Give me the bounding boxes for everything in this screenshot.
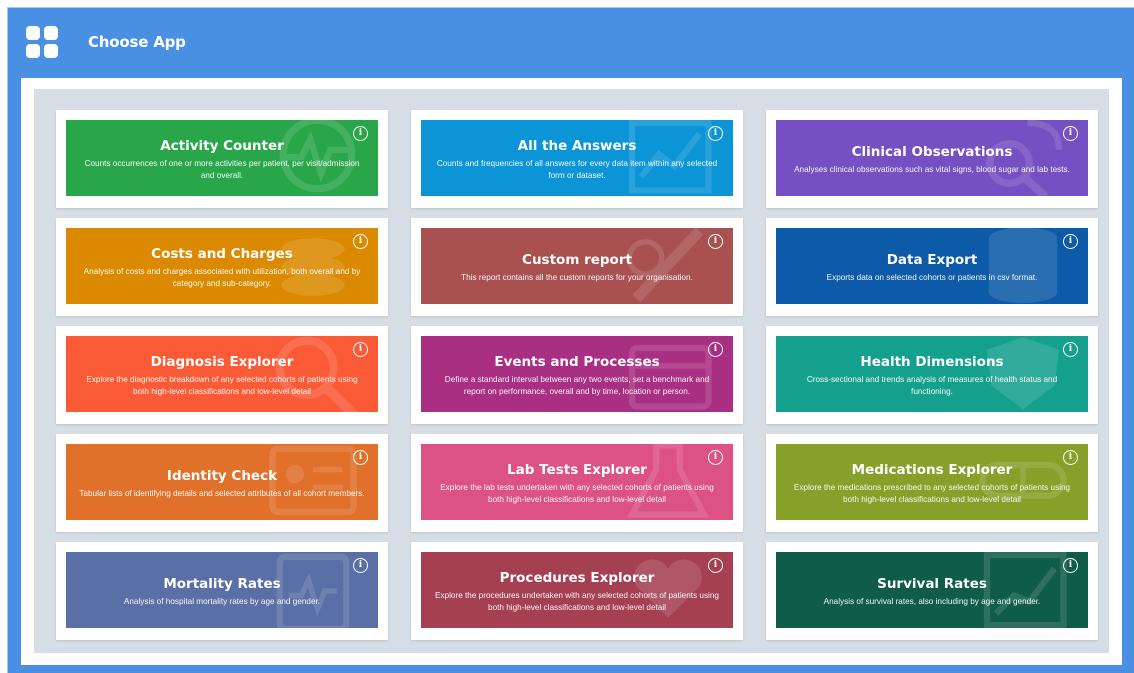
info-icon[interactable]: i <box>353 450 368 465</box>
app-title: Diagnosis Explorer <box>150 354 294 370</box>
app-tile[interactable]: i All the Answers Counts and frequencies o… <box>421 120 733 196</box>
app-title: Survival Rates <box>877 576 987 592</box>
database-icon <box>988 228 1058 303</box>
app-description: Define a standard interval between any t… <box>444 375 710 396</box>
app-title: All the Answers <box>517 138 637 154</box>
app-tile[interactable]: i Survival Rates Analysis of survival rate… <box>776 552 1088 628</box>
info-icon[interactable]: i <box>708 558 723 573</box>
app-card-activity-counter[interactable]: i Activity Counter Counts occurrences of o… <box>56 110 388 208</box>
app-title: Medications Explorer <box>851 462 1013 478</box>
app-description: Tabular lists of identifying details and… <box>79 489 365 498</box>
info-icon[interactable]: i <box>353 558 368 573</box>
app-description: Exports data on selected cohorts or pati… <box>826 273 1038 282</box>
app-card-lab-tests-explorer[interactable]: i Lab Tests Explorer Explore the lab tests… <box>411 434 743 532</box>
app-tile[interactable]: i Identity Check Tabular lists of identify… <box>66 444 378 520</box>
app-tile[interactable]: i Diagnosis Explorer Explore the diagnosti… <box>66 336 378 412</box>
app-description: Analysis of survival rates, also includi… <box>823 597 1041 606</box>
app-grid: i Activity Counter Counts occurrences of o… <box>56 110 1098 640</box>
app-tile[interactable]: i Clinical Observations Analyses clinical … <box>776 120 1088 196</box>
app-card-all-the-answers[interactable]: i All the Answers Counts and frequencies o… <box>411 110 743 208</box>
info-icon[interactable]: i <box>353 234 368 249</box>
info-icon[interactable]: i <box>708 342 723 357</box>
app-title: Costs and Charges <box>151 246 293 262</box>
app-title: Custom report <box>522 252 632 268</box>
info-icon[interactable]: i <box>353 126 368 141</box>
app-card-medications-explorer[interactable]: i Medications Explorer Explore the medicat… <box>766 434 1098 532</box>
app-tile[interactable]: i Medications Explorer Explore the medicat… <box>776 444 1088 520</box>
app-tile[interactable]: i Events and Processes Define a standard i… <box>421 336 733 412</box>
app-description: Explore the procedures undertaken with a… <box>434 591 719 612</box>
info-icon[interactable]: i <box>708 126 723 141</box>
app-card-diagnosis-explorer[interactable]: i Diagnosis Explorer Explore the diagnosti… <box>56 326 388 424</box>
info-icon[interactable]: i <box>708 234 723 249</box>
info-icon[interactable]: i <box>1063 450 1078 465</box>
app-title: Activity Counter <box>160 138 284 154</box>
app-tile[interactable]: i Data Export Exports data on selected coh… <box>776 228 1088 304</box>
app-description: This report contains all the custom repo… <box>461 273 693 282</box>
app-card-health-dimensions[interactable]: i Health Dimensions Cross-sectional and tr… <box>766 326 1098 424</box>
app-tile[interactable]: i Custom report This report contains all t… <box>421 228 733 304</box>
app-title: Identity Check <box>166 468 278 484</box>
apps-panel: i Activity Counter Counts occurrences of o… <box>34 89 1109 653</box>
app-card-mortality-rates[interactable]: i Mortality Rates Analysis of hospital mor… <box>56 542 388 640</box>
app-tile[interactable]: i Procedures Explorer Explore the procedur… <box>421 552 733 628</box>
app-card-costs-and-charges[interactable]: i Costs and Charges Analysis of costs and … <box>56 218 388 316</box>
info-icon[interactable]: i <box>1063 234 1078 249</box>
app-title: Data Export <box>886 252 978 268</box>
app-window: Choose App i Activity Counter Counts occur… <box>7 7 1134 673</box>
app-description: Explore the diagnostic breakdown of any … <box>86 375 358 396</box>
app-title: Health Dimensions <box>860 354 1004 370</box>
info-icon[interactable]: i <box>1063 126 1078 141</box>
app-description: Analysis of hospital mortality rates by … <box>123 597 321 606</box>
app-description: Cross-sectional and trends analysis of m… <box>806 375 1058 396</box>
app-title: Mortality Rates <box>163 576 281 592</box>
app-tile[interactable]: i Costs and Charges Analysis of costs and … <box>66 228 378 304</box>
app-description: Counts occurrences of one or more activi… <box>84 159 360 180</box>
app-card-procedures-explorer[interactable]: i Procedures Explorer Explore the procedur… <box>411 542 743 640</box>
app-description: Analyses clinical observations such as v… <box>794 165 1070 174</box>
app-tile[interactable]: i Mortality Rates Analysis of hospital mor… <box>66 552 378 628</box>
apps-grid-icon[interactable] <box>26 26 58 58</box>
app-card-data-export[interactable]: i Data Export Exports data on selected coh… <box>766 218 1098 316</box>
app-description: Explore the medications prescribed to an… <box>793 483 1071 504</box>
app-title: Events and Processes <box>494 354 660 370</box>
info-icon[interactable]: i <box>1063 342 1078 357</box>
app-description: Counts and frequencies of all answers fo… <box>436 159 718 180</box>
info-icon[interactable]: i <box>708 450 723 465</box>
app-card-custom-report[interactable]: i Custom report This report contains all t… <box>411 218 743 316</box>
app-description: Explore the lab tests undertaken with an… <box>440 483 714 504</box>
app-title: Lab Tests Explorer <box>507 462 647 478</box>
app-card-survival-rates[interactable]: i Survival Rates Analysis of survival rate… <box>766 542 1098 640</box>
info-icon[interactable]: i <box>1063 558 1078 573</box>
app-description: Analysis of costs and charges associated… <box>83 267 361 288</box>
app-title: Clinical Observations <box>851 144 1013 160</box>
app-title: Procedures Explorer <box>499 570 655 586</box>
app-card-identity-check[interactable]: i Identity Check Tabular lists of identify… <box>56 434 388 532</box>
app-card-clinical-observations[interactable]: i Clinical Observations Analyses clinical … <box>766 110 1098 208</box>
page-title: Choose App <box>88 33 186 51</box>
content-area: i Activity Counter Counts occurrences of o… <box>21 78 1122 665</box>
info-icon[interactable]: i <box>353 342 368 357</box>
app-tile[interactable]: i Health Dimensions Cross-sectional and tr… <box>776 336 1088 412</box>
header-bar: Choose App <box>8 8 1134 76</box>
app-tile[interactable]: i Lab Tests Explorer Explore the lab tests… <box>421 444 733 520</box>
app-tile[interactable]: i Activity Counter Counts occurrences of o… <box>66 120 378 196</box>
app-card-events-and-processes[interactable]: i Events and Processes Define a standard i… <box>411 326 743 424</box>
